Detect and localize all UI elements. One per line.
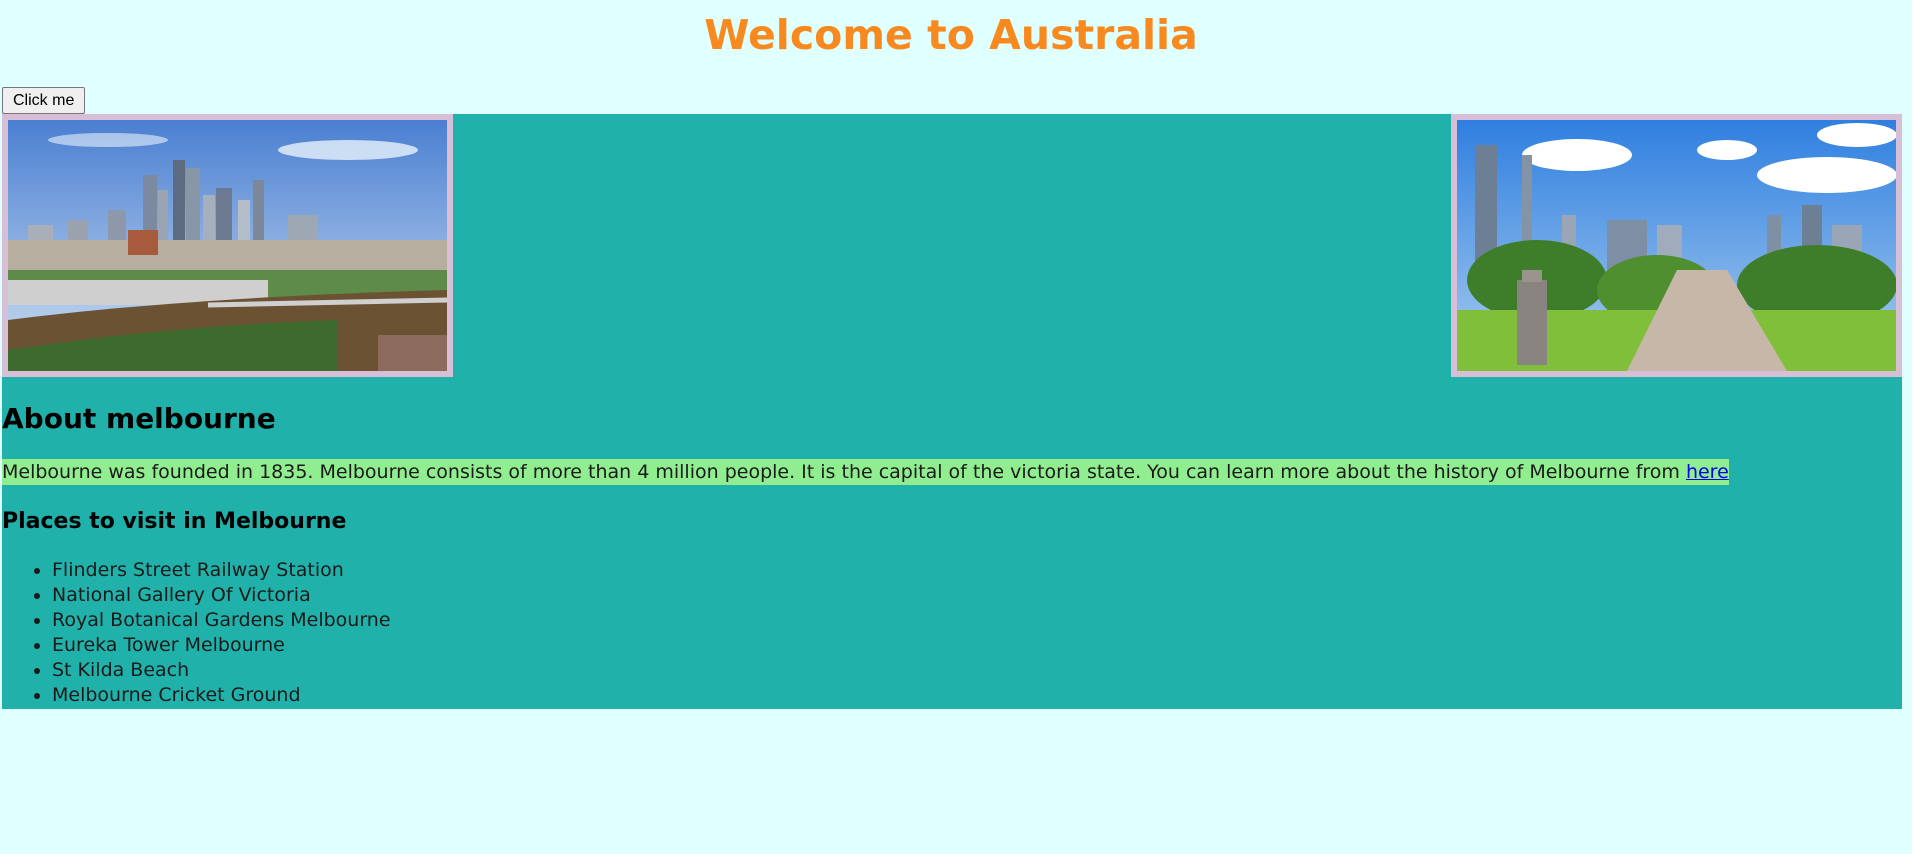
page-title: Welcome to Australia	[704, 11, 1198, 59]
about-text: Melbourne was founded in 1835. Melbourne…	[2, 461, 1686, 483]
about-paragraph: Melbourne was founded in 1835. Melbourne…	[2, 459, 1729, 485]
places-heading: Places to visit in Melbourne	[2, 509, 347, 534]
melbourne-skyline-image	[2, 114, 453, 377]
content-section: About melbourne Melbourne was founded in…	[2, 114, 1902, 709]
list-item: Eureka Tower Melbourne	[52, 633, 391, 658]
places-list: Flinders Street Railway Station National…	[2, 558, 391, 708]
list-item: National Gallery Of Victoria	[52, 583, 391, 608]
melbourne-park-image	[1451, 114, 1902, 377]
about-heading: About melbourne	[2, 402, 276, 435]
list-item: St Kilda Beach	[52, 658, 391, 683]
list-item: Royal Botanical Gardens Melbourne	[52, 608, 391, 633]
history-link[interactable]: here	[1686, 461, 1729, 483]
skyline-river-photo	[8, 120, 447, 371]
list-item: Flinders Street Railway Station	[52, 558, 391, 583]
list-item: Melbourne Cricket Ground	[52, 683, 391, 708]
park-skyline-photo	[1457, 120, 1896, 371]
click-me-button[interactable]: Click me	[2, 87, 86, 114]
